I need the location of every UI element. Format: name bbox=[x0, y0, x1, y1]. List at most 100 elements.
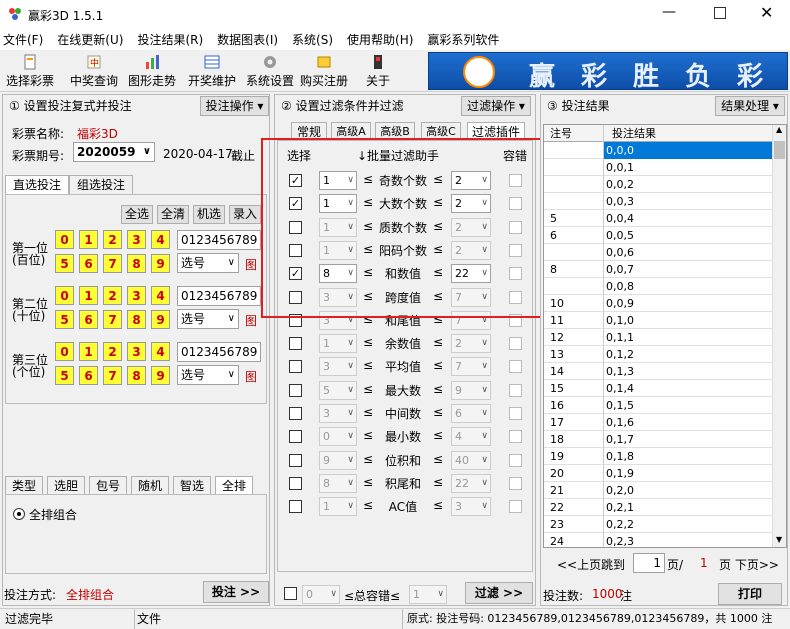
select-all-button[interactable]: 全选 bbox=[121, 205, 153, 224]
filter-button[interactable]: 过滤 >> bbox=[465, 582, 533, 604]
input-button[interactable]: 录入 bbox=[229, 205, 261, 224]
tab-random[interactable]: 随机 bbox=[131, 476, 169, 494]
digit-button[interactable]: 9 bbox=[151, 310, 170, 329]
position-1-select[interactable]: 选号 ∨ bbox=[177, 253, 239, 273]
scrollbar[interactable]: ▲ ▼ bbox=[772, 125, 786, 547]
settings-button[interactable]: 系统设置 bbox=[244, 50, 296, 92]
filter-checkbox[interactable] bbox=[289, 476, 302, 490]
prev-page-link[interactable]: <<上页 bbox=[557, 556, 601, 573]
digit-button[interactable]: 5 bbox=[55, 310, 74, 329]
bet-button[interactable]: 投注 >> bbox=[203, 581, 269, 603]
position-3-select[interactable]: 选号 ∨ bbox=[177, 365, 239, 385]
menu-result[interactable]: 投注结果(R) bbox=[130, 30, 210, 50]
table-row[interactable]: 12 0,1,1 bbox=[544, 329, 774, 346]
filter-max-select[interactable]: 4 ∨ bbox=[451, 427, 491, 447]
position-2-select[interactable]: 选号 ∨ bbox=[177, 309, 239, 329]
digit-button[interactable]: 7 bbox=[103, 254, 122, 273]
digit-button[interactable]: 4 bbox=[151, 342, 170, 361]
tab-smart[interactable]: 智选 bbox=[173, 476, 211, 494]
menu-file[interactable]: 文件(F) bbox=[0, 30, 50, 50]
digit-button[interactable]: 6 bbox=[79, 310, 98, 329]
tolerance-checkbox[interactable] bbox=[509, 453, 522, 467]
table-row[interactable]: 18 0,1,7 bbox=[544, 431, 774, 448]
table-row[interactable]: 17 0,1,6 bbox=[544, 414, 774, 431]
filter-min-select[interactable]: 9 ∨ bbox=[319, 450, 357, 470]
table-row[interactable]: 11 0,1,0 bbox=[544, 312, 774, 329]
menu-system[interactable]: 系统(S) bbox=[285, 30, 340, 50]
menu-help[interactable]: 使用帮助(H) bbox=[340, 30, 420, 50]
position-2-chart-link[interactable]: 图 bbox=[245, 312, 257, 329]
digit-button[interactable]: 9 bbox=[151, 366, 170, 385]
draw-maintain-button[interactable]: 开奖维护 bbox=[186, 50, 238, 92]
filter-max-select[interactable]: 6 ∨ bbox=[451, 404, 491, 423]
digit-button[interactable]: 3 bbox=[127, 230, 146, 249]
filter-checkbox[interactable] bbox=[289, 453, 302, 467]
tolerance-checkbox[interactable] bbox=[509, 500, 522, 514]
close-icon[interactable]: ✕ bbox=[760, 3, 773, 22]
maximize-icon[interactable] bbox=[714, 7, 726, 19]
digit-button[interactable]: 1 bbox=[79, 286, 98, 305]
table-row[interactable]: 23 0,2,2 bbox=[544, 516, 774, 533]
filter-min-select[interactable]: 0 ∨ bbox=[319, 427, 357, 447]
digit-button[interactable]: 0 bbox=[55, 286, 74, 305]
clear-all-button[interactable]: 全清 bbox=[157, 205, 189, 224]
table-row[interactable]: 0,0,2 bbox=[544, 176, 774, 193]
filter-max-select[interactable]: 22 ∨ bbox=[451, 473, 491, 493]
about-button[interactable]: 关于 bbox=[356, 50, 400, 92]
total-tolerance-max[interactable]: 1 ∨ bbox=[409, 585, 447, 604]
filter-checkbox[interactable] bbox=[289, 500, 302, 514]
select-lottery-button[interactable]: 选择彩票 bbox=[4, 50, 56, 92]
digit-button[interactable]: 1 bbox=[79, 342, 98, 361]
scroll-down-icon[interactable]: ▼ bbox=[776, 535, 782, 544]
digit-button[interactable]: 1 bbox=[79, 230, 98, 249]
digit-button[interactable]: 4 bbox=[151, 286, 170, 305]
digit-button[interactable]: 5 bbox=[55, 254, 74, 273]
table-row[interactable]: 15 0,1,4 bbox=[544, 380, 774, 397]
trend-chart-button[interactable]: 图形走势 bbox=[126, 50, 178, 92]
table-row[interactable]: 14 0,1,3 bbox=[544, 363, 774, 380]
total-tolerance-checkbox[interactable] bbox=[284, 587, 297, 600]
tab-permutation[interactable]: 全排 bbox=[215, 476, 253, 494]
position-3-input[interactable]: 0123456789 bbox=[177, 342, 261, 362]
table-row[interactable]: 16 0,1,5 bbox=[544, 397, 774, 414]
filter-min-select[interactable]: 1 ∨ bbox=[319, 334, 357, 354]
filter-checkbox[interactable] bbox=[289, 383, 302, 397]
digit-button[interactable]: 7 bbox=[103, 310, 122, 329]
table-row[interactable]: 24 0,2,3 bbox=[544, 533, 774, 547]
digit-button[interactable]: 0 bbox=[55, 230, 74, 249]
next-page-link[interactable]: 页 下页>> bbox=[719, 556, 779, 573]
menu-series[interactable]: 赢彩系列软件 bbox=[420, 30, 506, 50]
digit-button[interactable]: 4 bbox=[151, 230, 170, 249]
digit-button[interactable]: 0 bbox=[55, 342, 74, 361]
tolerance-checkbox[interactable] bbox=[509, 476, 522, 490]
tab-bao[interactable]: 包号 bbox=[89, 476, 127, 494]
table-row[interactable]: 0,0,0 bbox=[544, 142, 774, 159]
tolerance-checkbox[interactable] bbox=[509, 430, 522, 444]
filter-max-select[interactable]: 2 ∨ bbox=[451, 334, 491, 354]
scroll-thumb[interactable] bbox=[774, 141, 785, 159]
digit-button[interactable]: 2 bbox=[103, 342, 122, 361]
filter-min-select[interactable]: 1 ∨ bbox=[319, 497, 357, 517]
digit-button[interactable]: 8 bbox=[127, 366, 146, 385]
bet-operation-button[interactable]: 投注操作 ▾ bbox=[200, 96, 269, 116]
tolerance-checkbox[interactable] bbox=[509, 407, 522, 420]
filter-max-select[interactable]: 9 ∨ bbox=[451, 380, 491, 400]
minimize-icon[interactable]: — bbox=[662, 4, 676, 20]
prize-query-button[interactable]: 中 中奖查询 bbox=[68, 50, 120, 92]
position-1-chart-link[interactable]: 图 bbox=[245, 256, 257, 273]
table-row[interactable]: 19 0,1,8 bbox=[544, 448, 774, 465]
filter-min-select[interactable]: 5 ∨ bbox=[319, 380, 357, 400]
tab-type[interactable]: 类型 bbox=[5, 476, 43, 494]
filter-checkbox[interactable] bbox=[289, 337, 302, 351]
filter-max-select[interactable]: 40 ∨ bbox=[451, 450, 491, 470]
digit-button[interactable]: 2 bbox=[103, 286, 122, 305]
digit-button[interactable]: 3 bbox=[127, 286, 146, 305]
digit-button[interactable]: 5 bbox=[55, 366, 74, 385]
digit-button[interactable]: 2 bbox=[103, 230, 122, 249]
result-operation-button[interactable]: 结果处理 ▾ bbox=[715, 96, 785, 116]
table-row[interactable]: 6 0,0,5 bbox=[544, 227, 774, 244]
position-3-chart-link[interactable]: 图 bbox=[245, 368, 257, 385]
table-row[interactable]: 22 0,2,1 bbox=[544, 499, 774, 516]
tolerance-checkbox[interactable] bbox=[509, 337, 522, 351]
page-input[interactable]: 1 bbox=[633, 553, 665, 573]
